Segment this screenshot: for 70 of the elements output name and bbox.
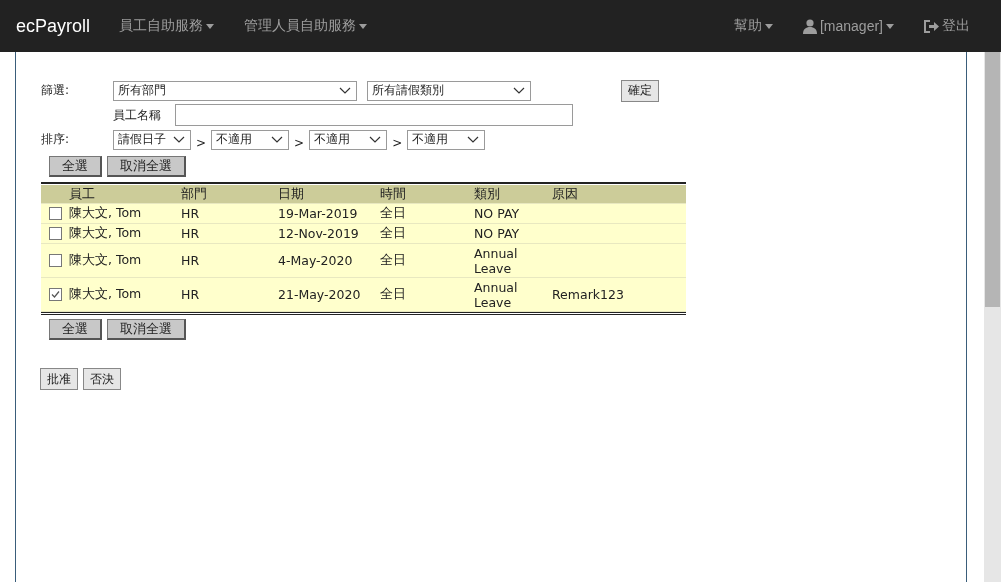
table-cell-text: 全日: [380, 225, 407, 242]
nav-menu[interactable]: 員工自助服務: [104, 17, 230, 35]
name-label: 員工名稱: [113, 106, 161, 124]
table-cell-text: Annual Leave: [474, 279, 519, 310]
confirm-button[interactable]: 確定: [621, 79, 659, 102]
table-cell-text: 全日: [380, 286, 407, 303]
name-input[interactable]: [175, 104, 573, 126]
column-header: 部門: [181, 185, 208, 203]
scrollbar[interactable]: [984, 52, 1001, 582]
table-cell-text: 4-May-2020: [278, 253, 354, 268]
chevron-icon: [339, 87, 351, 94]
select-button[interactable]: 全選: [49, 319, 102, 340]
table-cell-text: HR: [181, 287, 201, 302]
row-checkbox[interactable]: [49, 227, 62, 240]
table-cell-text: HR: [181, 206, 201, 221]
sort-select[interactable]: 不適用: [309, 129, 388, 150]
user-icon: [802, 18, 817, 34]
caret-icon: [359, 23, 368, 29]
table-cell-text: 陳大文, Tom: [69, 252, 143, 269]
nav-menu[interactable]: 幫助: [718, 17, 788, 35]
brand-logo[interactable]: ecPayroll: [16, 15, 91, 37]
nav-menu[interactable]: [manager]: [787, 18, 909, 34]
table-cell-text: HR: [181, 253, 201, 268]
column-header: 類別: [474, 185, 501, 203]
nav-menu[interactable]: 管理人員自助服務: [229, 17, 383, 35]
sort-select[interactable]: 不適用: [211, 129, 290, 150]
column-header: 原因: [552, 185, 579, 203]
chevron-icon: [513, 87, 525, 94]
table-cell-text: Remark123: [552, 287, 625, 302]
table-cell-text: NO PAY: [474, 226, 521, 241]
row-checkbox[interactable]: [49, 207, 62, 220]
action-button[interactable]: 批准: [40, 368, 78, 390]
column-header: 日期: [278, 185, 305, 203]
table-cell-text: 21-May-2020: [278, 287, 362, 302]
caret-icon: [886, 23, 894, 29]
table-cell-text: 全日: [380, 205, 407, 222]
table-cell-text: 陳大文, Tom: [69, 225, 143, 242]
column-header: 時間: [380, 185, 407, 203]
row-checkbox[interactable]: [49, 254, 62, 267]
department-select[interactable]: 所有部門: [113, 80, 357, 101]
caret-icon: [206, 23, 215, 29]
sort-select[interactable]: 請假日子: [113, 129, 191, 150]
chevron-icon: [369, 136, 382, 143]
table-cell-text: 陳大文, Tom: [69, 286, 143, 303]
chevron-icon: [271, 136, 284, 143]
filter-label: 篩選:: [41, 82, 71, 99]
column-header: 員工: [68, 185, 96, 203]
action-button[interactable]: 否決: [83, 368, 121, 390]
chevron-icon: [467, 136, 480, 143]
table-cell-text: Annual Leave: [474, 245, 519, 276]
select-button[interactable]: 全選: [49, 156, 102, 177]
separator-text: >: [294, 135, 305, 150]
leave-type-select[interactable]: 所有請假類別: [367, 80, 531, 101]
chevron-icon: [173, 136, 185, 143]
table-cell-text: 12-Nov-2019: [278, 226, 360, 241]
table-cell-text: 陳大文, Tom: [69, 205, 143, 222]
sort-label: 排序:: [41, 131, 71, 148]
row-checkbox[interactable]: [49, 288, 62, 301]
table-cell-text: NO PAY: [474, 206, 521, 221]
separator-text: >: [392, 135, 403, 150]
table-cell-text: 19-Mar-2019: [278, 206, 359, 221]
select-button[interactable]: 取消全選: [107, 319, 186, 340]
sort-select[interactable]: 不適用: [407, 129, 486, 150]
logout-icon: [924, 19, 939, 33]
table-cell-text: HR: [181, 226, 201, 241]
select-button[interactable]: 取消全選: [107, 156, 186, 177]
table-cell-text: 全日: [380, 252, 407, 269]
separator-text: >: [196, 135, 207, 150]
caret-icon: [764, 23, 773, 29]
nav-menu[interactable]: 登出: [909, 17, 985, 35]
